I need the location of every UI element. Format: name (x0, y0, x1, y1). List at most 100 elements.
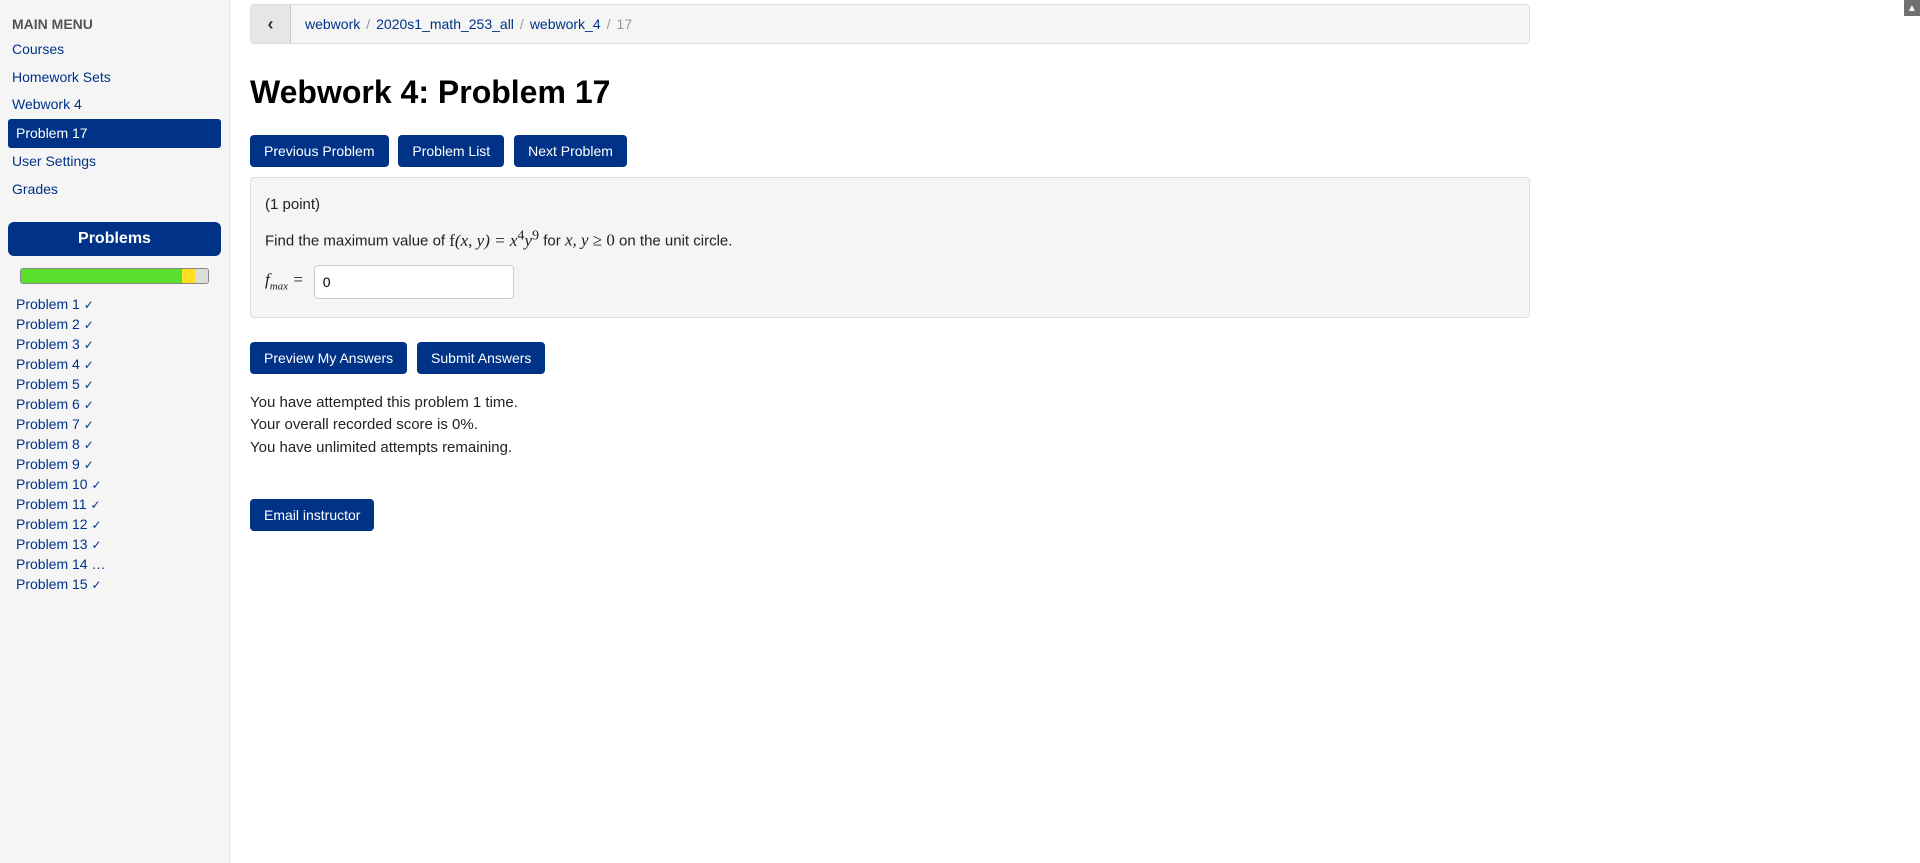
math-cond: x, y ≥ 0 (565, 231, 615, 250)
check-icon: ✓ (84, 438, 94, 452)
list-item: Problem 14 … (16, 554, 213, 574)
breadcrumb: ‹ webwork/2020s1_math_253_all/webwork_4/… (250, 4, 1530, 44)
problem-link[interactable]: Problem 12 ✓ (16, 516, 102, 532)
problem-box: (1 point) Find the maximum value of f(x,… (250, 177, 1530, 318)
breadcrumb-items: webwork/2020s1_math_253_all/webwork_4/17 (291, 16, 632, 32)
progress-green (21, 269, 182, 283)
problem-link[interactable]: Problem 9 ✓ (16, 456, 94, 472)
page-title: Webwork 4: Problem 17 (250, 74, 1530, 111)
progress-bar-wrap (8, 268, 221, 294)
list-item: Problem 1 ✓ (16, 294, 213, 314)
list-item: Problem 8 ✓ (16, 434, 213, 454)
problem-link[interactable]: Problem 7 ✓ (16, 416, 94, 432)
problem-nav-buttons: Previous Problem Problem List Next Probl… (250, 135, 1530, 167)
problem-points: (1 point) (265, 196, 1515, 213)
problem-link[interactable]: Problem 8 ✓ (16, 436, 94, 452)
check-icon: ✓ (91, 478, 101, 492)
email-instructor-button[interactable]: Email instructor (250, 499, 374, 531)
previous-problem-button[interactable]: Previous Problem (250, 135, 389, 167)
breadcrumb-current: 17 (617, 16, 633, 32)
menu-courses[interactable]: Courses (8, 36, 221, 64)
menu-problem17[interactable]: Problem 17 (8, 119, 221, 149)
check-icon: ✓ (84, 398, 94, 412)
check-icon: ✓ (91, 538, 101, 552)
list-item: Problem 3 ✓ (16, 334, 213, 354)
menu-homework-sets[interactable]: Homework Sets (8, 64, 221, 92)
status-lines: You have attempted this problem 1 time. … (250, 392, 1530, 460)
list-item: Problem 12 ✓ (16, 514, 213, 534)
sidebar: MAIN MENU Courses Homework Sets Webwork … (0, 0, 230, 863)
triangle-up-icon: ▲ (1907, 3, 1917, 14)
problem-link[interactable]: Problem 14 … (16, 556, 105, 572)
list-item: Problem 9 ✓ (16, 454, 213, 474)
progress-bar (20, 268, 209, 284)
problem-link[interactable]: Problem 3 ✓ (16, 336, 94, 352)
next-problem-button[interactable]: Next Problem (514, 135, 627, 167)
problem-list-button[interactable]: Problem List (398, 135, 504, 167)
prompt-prefix: Find the maximum value of (265, 233, 449, 250)
check-icon: ✓ (91, 518, 101, 532)
problem-link[interactable]: Problem 13 ✓ (16, 536, 102, 552)
email-instructor-wrap: Email instructor (250, 499, 1530, 531)
chevron-left-icon: ‹ (268, 14, 274, 35)
submit-answers-button[interactable]: Submit Answers (417, 342, 545, 374)
check-icon: ✓ (84, 458, 94, 472)
list-item: Problem 2 ✓ (16, 314, 213, 334)
breadcrumb-link[interactable]: 2020s1_math_253_all (376, 16, 514, 32)
ellipsis-icon: … (91, 556, 105, 572)
prompt-suffix: on the unit circle. (619, 233, 732, 250)
problem-link[interactable]: Problem 2 ✓ (16, 316, 94, 332)
list-item: Problem 4 ✓ (16, 354, 213, 374)
scroll-top-button[interactable]: ▲ (1904, 0, 1920, 16)
progress-gray (195, 269, 208, 283)
check-icon: ✓ (90, 498, 100, 512)
answer-row: fmax = (265, 265, 1515, 299)
breadcrumb-sep: / (360, 16, 376, 32)
problems-header: Problems (8, 222, 221, 256)
check-icon: ✓ (84, 338, 94, 352)
check-icon: ✓ (84, 298, 94, 312)
main-menu-list: Courses Homework Sets Webwork 4 Problem … (8, 36, 221, 204)
problem-link[interactable]: Problem 11 ✓ (16, 496, 101, 512)
progress-yellow (182, 269, 195, 283)
check-icon: ✓ (84, 378, 94, 392)
menu-webwork4[interactable]: Webwork 4 (8, 91, 221, 119)
menu-user-settings[interactable]: User Settings (8, 148, 221, 176)
list-item: Problem 5 ✓ (16, 374, 213, 394)
status-score: Your overall recorded score is 0%. (250, 414, 1530, 437)
answer-input[interactable] (314, 265, 514, 299)
list-item: Problem 10 ✓ (16, 474, 213, 494)
breadcrumb-link[interactable]: webwork_4 (530, 16, 601, 32)
math-f-expr: f(x, y) = x4y9 (449, 231, 539, 250)
problem-link[interactable]: Problem 1 ✓ (16, 296, 94, 312)
breadcrumb-back-button[interactable]: ‹ (251, 5, 291, 43)
list-item: Problem 7 ✓ (16, 414, 213, 434)
breadcrumb-sep: / (514, 16, 530, 32)
main-menu-title: MAIN MENU (8, 8, 221, 36)
problem-link[interactable]: Problem 5 ✓ (16, 376, 94, 392)
answer-label-sub: max (270, 281, 288, 293)
list-item: Problem 15 ✓ (16, 574, 213, 594)
problem-prompt: Find the maximum value of f(x, y) = x4y9… (265, 227, 1515, 251)
preview-answers-button[interactable]: Preview My Answers (250, 342, 407, 374)
list-item: Problem 6 ✓ (16, 394, 213, 414)
status-attempts: You have attempted this problem 1 time. (250, 392, 1530, 415)
problems-panel: Problems Problem 1 ✓ Problem 2 ✓ Problem 3… (8, 222, 221, 594)
status-remaining: You have unlimited attempts remaining. (250, 437, 1530, 460)
problem-link[interactable]: Problem 6 ✓ (16, 396, 94, 412)
problem-link[interactable]: Problem 15 ✓ (16, 576, 102, 592)
list-item: Problem 13 ✓ (16, 534, 213, 554)
answer-label: fmax = (265, 270, 304, 292)
problem-link[interactable]: Problem 10 ✓ (16, 476, 102, 492)
problem-link[interactable]: Problem 4 ✓ (16, 356, 94, 372)
answer-equals: = (288, 270, 304, 289)
menu-grades[interactable]: Grades (8, 176, 221, 204)
problem-list: Problem 1 ✓ Problem 2 ✓ Problem 3 ✓ Problem… (8, 294, 221, 594)
list-item: Problem 11 ✓ (16, 494, 213, 514)
breadcrumb-link[interactable]: webwork (305, 16, 360, 32)
prompt-mid: for (543, 233, 565, 250)
main-content: ‹ webwork/2020s1_math_253_all/webwork_4/… (230, 0, 1550, 863)
check-icon: ✓ (84, 418, 94, 432)
breadcrumb-sep: / (601, 16, 617, 32)
check-icon: ✓ (91, 578, 101, 592)
